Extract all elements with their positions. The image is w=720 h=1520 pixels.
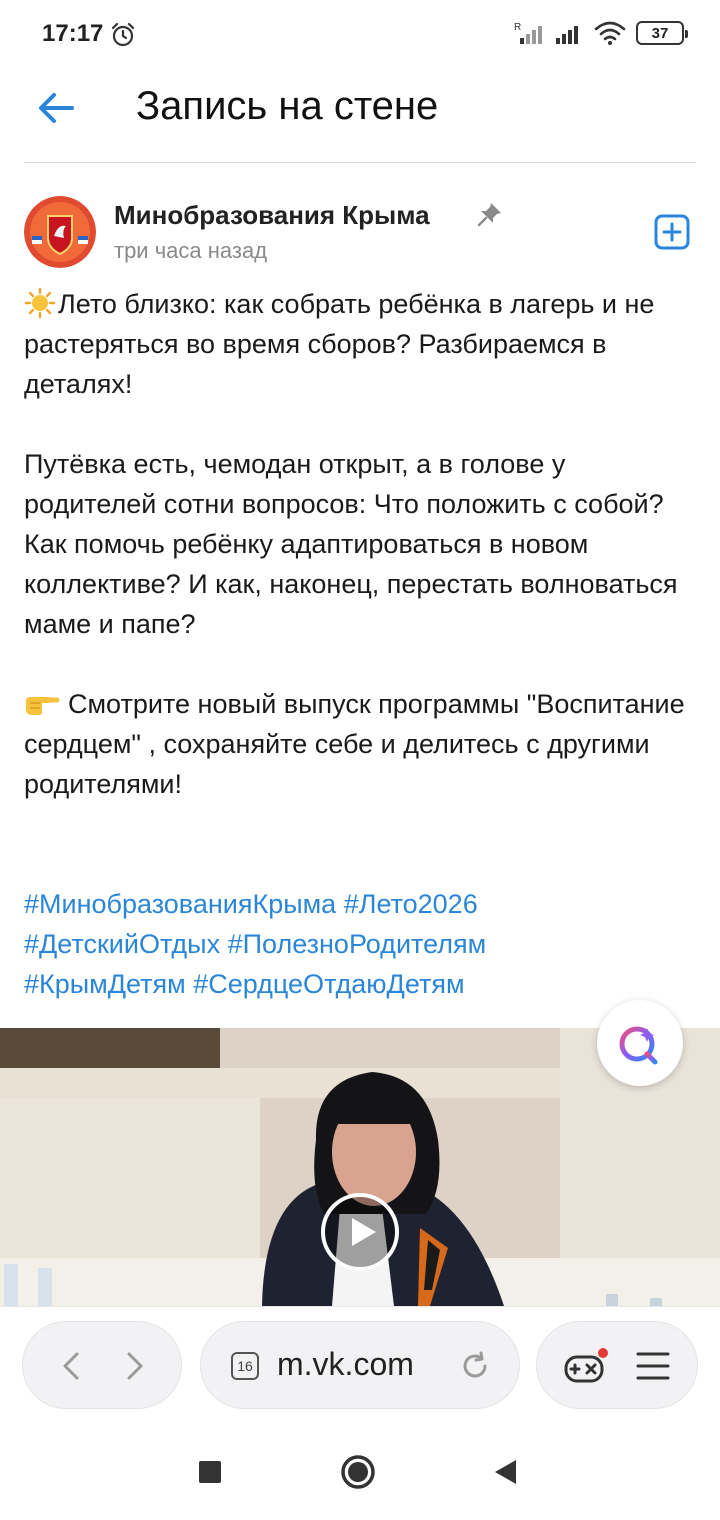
browser-toolbar: 16 m.vk.com [0,1306,720,1424]
play-button[interactable] [320,1192,400,1272]
tab-count: 16 [237,1358,253,1374]
post-author[interactable]: Минобразования Крыма [114,200,430,231]
square-icon [199,1461,221,1483]
battery-level: 37 [651,24,669,42]
alarm-icon [111,22,135,47]
browser-forward-button[interactable] [117,1348,153,1384]
hashtag-link[interactable]: #КрымДетям [24,969,186,999]
reload-icon[interactable] [459,1350,491,1382]
sun-emoji-icon [24,287,56,319]
battery-icon: 37 [636,21,688,45]
chevron-left-icon [63,1352,79,1380]
hashtag-link[interactable]: #ПолезноРодителям [228,929,487,959]
app-header: Запись на стене [0,70,720,162]
games-button[interactable] [563,1346,609,1386]
tab-count-icon[interactable]: 16 [231,1352,259,1380]
status-bar: 17:17 R 37 [0,0,720,70]
svg-text:R: R [514,22,521,33]
hashtag-list: #МинобразованияКрыма #Лето2026 #ДетскийО… [24,884,704,1004]
hashtag-link[interactable]: #СердцеОтдаюДетям [193,969,464,999]
page-title: Запись на стене [136,84,439,128]
chevron-right-icon [127,1352,143,1380]
subscribe-button[interactable] [654,214,690,250]
signal-icon: R [514,22,542,44]
menu-buttons [536,1321,698,1409]
system-back-button[interactable] [492,1458,518,1486]
nav-buttons [22,1321,182,1409]
post-paragraph-1: Лето близко: как собрать ребёнка в лагер… [24,289,655,399]
avatar[interactable] [24,196,96,268]
home-button[interactable] [340,1454,376,1490]
post-paragraph: Смотрите новый выпуск программы "Воспита… [24,684,704,804]
pin-icon [477,203,501,227]
post-paragraph-2: Путёвка есть, чемодан открыт, а в голове… [24,449,678,639]
circle-icon [341,1455,375,1489]
url-text[interactable]: m.vk.com [277,1346,414,1383]
status-time: 17:17 [42,20,104,47]
hashtag-link[interactable]: #ДетскийОтдых [24,929,220,959]
notification-dot [598,1348,608,1358]
header-divider [24,162,696,163]
browser-back-button[interactable] [53,1348,89,1384]
pointing-hand-emoji-icon [26,697,60,715]
post-paragraph-3: Смотрите новый выпуск программы "Воспита… [24,689,685,799]
crimea-emblem-icon [24,196,96,268]
post-time: три часа назад [114,238,268,263]
post-paragraph: Путёвка есть, чемодан открыт, а в голове… [24,444,704,644]
back-button[interactable] [34,86,78,130]
hashtag-link[interactable]: #МинобразованияКрыма [24,889,336,919]
recents-button[interactable] [198,1460,222,1484]
system-navigation-bar [0,1424,720,1520]
triangle-back-icon [495,1460,516,1484]
post-paragraph: Лето близко: как собрать ребёнка в лагер… [24,284,704,404]
hamburger-icon [636,1352,670,1380]
arrow-left-icon [39,93,74,123]
ai-assistant-button[interactable] [597,1000,683,1086]
ai-search-icon [619,1026,658,1065]
menu-button[interactable] [635,1350,671,1382]
gamepad-icon [564,1355,604,1383]
address-bar[interactable]: 16 m.vk.com [200,1321,520,1409]
wifi-icon [594,21,626,45]
post-text: Лето близко: как собрать ребёнка в лагер… [24,284,704,844]
hashtag-link[interactable]: #Лето2026 [344,889,478,919]
signal-icon [556,26,578,44]
